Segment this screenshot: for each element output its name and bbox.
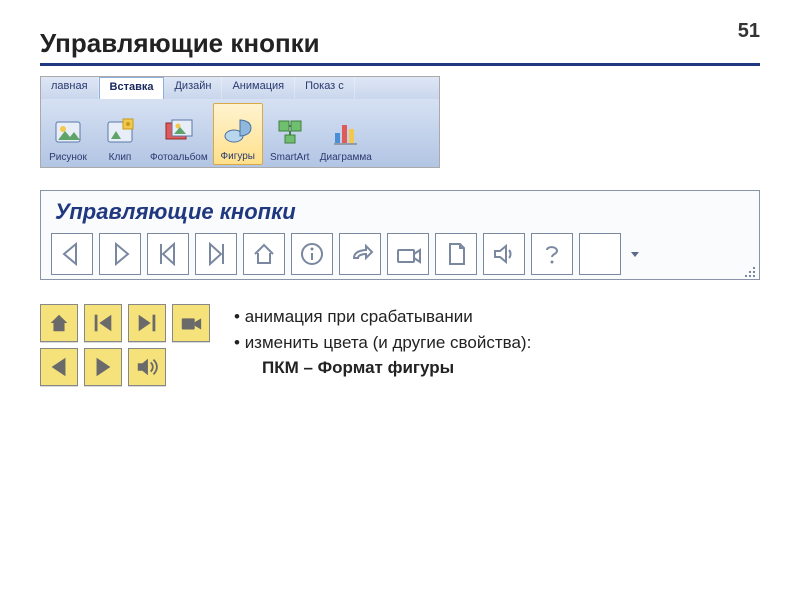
ribbon-body: Рисунок Клип Фотоальбом Фигуры SmartArt Диагр… xyxy=(41,99,439,167)
action-button-forward[interactable] xyxy=(99,233,141,275)
notes: • анимация при срабатывании • изменить ц… xyxy=(234,304,531,381)
ribbon-tab[interactable]: Анимация xyxy=(222,77,295,99)
ribbon-button-label: SmartArt xyxy=(270,152,309,163)
action-button-last[interactable] xyxy=(195,233,237,275)
action-button-movie[interactable] xyxy=(387,233,429,275)
note-line: • анимация при срабатывании xyxy=(234,304,531,330)
resize-grip-icon[interactable] xyxy=(743,263,757,277)
ribbon-button-album[interactable]: Фотоальбом xyxy=(147,103,211,165)
action-button-help[interactable] xyxy=(531,233,573,275)
smartart-icon xyxy=(274,116,306,148)
panel-title: Управляющие кнопки xyxy=(55,199,749,225)
sample-button-movie[interactable] xyxy=(172,304,210,342)
ribbon-button-shapes[interactable]: Фигуры xyxy=(213,103,263,165)
note-strong: ПКМ xyxy=(262,358,299,377)
note-text: изменить цвета (и другие свойства): xyxy=(245,333,532,352)
note-text: – Формат фигуры xyxy=(299,358,454,377)
ribbon-button-label: Диаграмма xyxy=(320,152,372,163)
picture-icon xyxy=(52,116,84,148)
sample-grid xyxy=(40,304,210,386)
ribbon-button-smartart[interactable]: SmartArt xyxy=(265,103,315,165)
sample-button-first[interactable] xyxy=(84,304,122,342)
action-buttons-row xyxy=(51,233,749,275)
page-number: 51 xyxy=(738,20,760,43)
clip-icon xyxy=(104,116,136,148)
ribbon-button-label: Клип xyxy=(109,152,132,163)
ribbon-button-label: Фигуры xyxy=(221,151,255,162)
album-icon xyxy=(163,116,195,148)
action-button-return[interactable] xyxy=(339,233,381,275)
sample-button-forward[interactable] xyxy=(84,348,122,386)
action-button-back[interactable] xyxy=(51,233,93,275)
shapes-icon xyxy=(222,115,254,147)
action-button-document[interactable] xyxy=(435,233,477,275)
ribbon-tab[interactable]: Вставка xyxy=(99,77,165,99)
page-title: Управляющие кнопки xyxy=(40,28,760,59)
sample-button-sound[interactable] xyxy=(128,348,166,386)
action-button-info[interactable] xyxy=(291,233,333,275)
ribbon-tab[interactable]: Показ с xyxy=(295,77,355,99)
samples-section: • анимация при срабатывании • изменить ц… xyxy=(40,304,760,386)
ribbon-button-chart[interactable]: Диаграмма xyxy=(317,103,375,165)
action-button-home[interactable] xyxy=(243,233,285,275)
chart-icon xyxy=(330,116,362,148)
ribbon-tab[interactable]: Дизайн xyxy=(164,77,222,99)
ribbon-button-label: Рисунок xyxy=(49,152,87,163)
note-line: • изменить цвета (и другие свойства): xyxy=(234,330,531,356)
sample-button-home[interactable] xyxy=(40,304,78,342)
ribbon: лавнаяВставкаДизайнАнимацияПоказ с Рисун… xyxy=(40,76,440,168)
ribbon-tab[interactable]: лавная xyxy=(41,77,99,99)
dropdown-arrow-icon[interactable] xyxy=(627,233,643,275)
sample-button-last[interactable] xyxy=(128,304,166,342)
action-button-sound[interactable] xyxy=(483,233,525,275)
ribbon-button-label: Фотоальбом xyxy=(150,152,208,163)
ribbon-button-clip[interactable]: Клип xyxy=(95,103,145,165)
action-button-first[interactable] xyxy=(147,233,189,275)
sample-button-back[interactable] xyxy=(40,348,78,386)
heading-rule xyxy=(40,63,760,66)
action-buttons-panel: Управляющие кнопки xyxy=(40,190,760,280)
action-button-blank[interactable] xyxy=(579,233,621,275)
ribbon-tabs: лавнаяВставкаДизайнАнимацияПоказ с xyxy=(41,77,439,99)
ribbon-button-picture[interactable]: Рисунок xyxy=(43,103,93,165)
note-line: ПКМ – Формат фигуры xyxy=(234,355,531,381)
note-text: анимация при срабатывании xyxy=(245,307,473,326)
